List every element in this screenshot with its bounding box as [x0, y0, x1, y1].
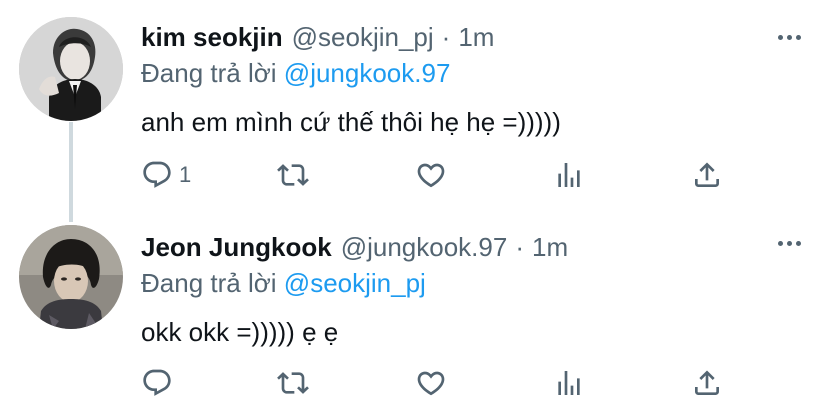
tweet-text: okk okk =))))) ẹ ẹ	[141, 317, 339, 347]
analytics-button[interactable]	[553, 363, 585, 403]
share-icon	[695, 370, 719, 395]
more-icon	[777, 240, 783, 246]
analytics-button[interactable]	[553, 155, 585, 195]
separator-dot: ·	[441, 22, 451, 52]
reply-count: 1	[179, 162, 192, 187]
analytics-icon	[558, 371, 580, 395]
tweet[interactable]: Jeon Jungkook @jungkook.97 · 1m Đang trả…	[0, 218, 828, 411]
retweet-icon	[277, 372, 309, 394]
like-button[interactable]	[415, 155, 447, 195]
avatar[interactable]	[19, 225, 123, 329]
reply-icon	[143, 161, 171, 188]
author-name[interactable]: kim seokjin	[141, 18, 283, 56]
reply-icon	[143, 369, 171, 396]
tweet-header: kim seokjin @seokjin_pj · 1m	[141, 18, 768, 56]
heart-icon	[417, 163, 445, 188]
tweet-actions: 1	[141, 155, 741, 195]
avatar-photo-icon	[19, 17, 123, 121]
heart-icon	[417, 371, 445, 396]
like-button[interactable]	[415, 363, 447, 403]
author-name[interactable]: Jeon Jungkook	[141, 228, 332, 266]
separator-dot: ·	[515, 232, 524, 262]
author-handle[interactable]: @jungkook.97	[341, 228, 508, 266]
tweet-header: Jeon Jungkook @jungkook.97 · 1m	[141, 228, 768, 266]
share-icon	[695, 162, 719, 187]
reply-button[interactable]	[141, 363, 179, 403]
share-button[interactable]	[691, 155, 723, 195]
replying-to: Đang trả lời @seokjin_pj	[141, 266, 768, 300]
reply-button[interactable]: 1	[141, 155, 191, 195]
more-button[interactable]	[774, 228, 804, 258]
replying-to-mention[interactable]: @jungkook.97	[284, 58, 451, 88]
avatar[interactable]	[19, 17, 123, 121]
tweet-content: Jeon Jungkook @jungkook.97 · 1m Đang trả…	[141, 228, 768, 350]
author-handle[interactable]: @seokjin_pj	[292, 18, 434, 56]
replying-to-mention[interactable]: @seokjin_pj	[284, 268, 426, 298]
analytics-icon	[558, 163, 580, 187]
replying-to-label: Đang trả lời	[141, 268, 277, 298]
timestamp[interactable]: 1m	[458, 18, 494, 56]
replying-to: Đang trả lời @jungkook.97	[141, 56, 768, 90]
tweet-actions	[141, 363, 741, 403]
tweet[interactable]: kim seokjin @seokjin_pj · 1m Đang trả lờ…	[0, 0, 828, 218]
timestamp[interactable]: 1m	[532, 228, 568, 266]
more-button[interactable]	[774, 22, 804, 52]
retweet-button[interactable]	[277, 155, 309, 195]
avatar-photo-icon	[19, 225, 123, 329]
tweet-text: anh em mình cứ thế thôi hẹ hẹ =)))))	[141, 107, 561, 137]
replying-to-label: Đang trả lời	[141, 58, 277, 88]
retweet-icon	[277, 164, 309, 186]
tweet-content: kim seokjin @seokjin_pj · 1m Đang trả lờ…	[141, 18, 768, 140]
more-icon	[777, 34, 783, 40]
share-button[interactable]	[691, 363, 723, 403]
retweet-button[interactable]	[277, 363, 309, 403]
